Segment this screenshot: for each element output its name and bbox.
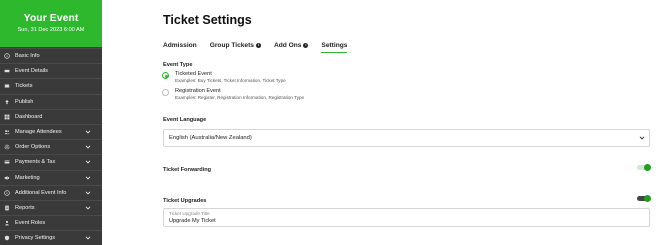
chevron-down-icon[interactable] bbox=[85, 190, 91, 196]
tab-label: Admission bbox=[163, 42, 197, 49]
event-header: Your Event Sun, 31 Dec 2023 6:00 AM bbox=[0, 0, 102, 47]
sidebar-item-privacy-settings[interactable]: Privacy Settings bbox=[0, 230, 102, 245]
sidebar-item-label: Payments & Tax bbox=[15, 159, 56, 166]
tab-group-tickets[interactable]: Group Tickets i bbox=[210, 41, 261, 50]
gear-icon bbox=[4, 144, 10, 150]
sidebar-item-event-details[interactable]: Event Details bbox=[0, 63, 102, 78]
option-title: Registration Event bbox=[175, 88, 221, 94]
tab-add-ons[interactable]: Add Ons i bbox=[273, 41, 309, 50]
sidebar-item-label: Event Details bbox=[15, 68, 48, 75]
chevron-down-icon bbox=[639, 135, 645, 141]
event-language-select[interactable]: English (Australia/New Zealand) bbox=[163, 129, 650, 147]
details-icon bbox=[4, 68, 10, 74]
publish-icon bbox=[4, 99, 10, 105]
sidebar-item-label: Marketing bbox=[15, 174, 40, 181]
radio-ticketed-event[interactable]: Ticketed Event Examples: Buy Tickets, Ti… bbox=[162, 71, 286, 84]
chevron-down-icon[interactable] bbox=[85, 144, 91, 150]
chevron-down-icon[interactable] bbox=[85, 235, 91, 241]
info-icon[interactable]: i bbox=[255, 43, 261, 48]
ticket-icon bbox=[4, 83, 10, 89]
tab-bar: Admission Group Tickets i Add Ons i Sett… bbox=[163, 41, 360, 53]
sidebar-item-label: Manage Attendees bbox=[15, 129, 62, 136]
info-icon bbox=[4, 53, 10, 59]
toggle-knob bbox=[644, 194, 651, 202]
sidebar-item-tickets[interactable]: Tickets bbox=[0, 78, 102, 93]
sidebar-item-label: Tickets bbox=[15, 83, 33, 90]
sidebar-item-label: Publish bbox=[15, 98, 34, 105]
radio-registration-event[interactable]: Registration Event Examples: Register, R… bbox=[162, 88, 304, 101]
sidebar-item-publish[interactable]: Publish bbox=[0, 93, 102, 109]
sidebar-item-additional-event-info[interactable]: Additional Event Info bbox=[0, 184, 102, 200]
tab-label: Settings bbox=[321, 42, 348, 49]
sidebar: Your Event Sun, 31 Dec 2023 6:00 AM Basi… bbox=[0, 0, 102, 245]
ticket-upgrade-title-input[interactable] bbox=[169, 217, 644, 225]
sidebar-item-label: Basic Info bbox=[15, 53, 40, 60]
sidebar-item-label: Event Roles bbox=[15, 220, 46, 227]
chevron-down-icon[interactable] bbox=[85, 129, 91, 135]
ticket-forwarding-toggle[interactable] bbox=[637, 163, 651, 171]
page-title: Ticket Settings bbox=[163, 13, 252, 27]
roles-icon bbox=[4, 220, 10, 226]
sidebar-item-marketing[interactable]: Marketing bbox=[0, 169, 102, 185]
event-title: Your Event bbox=[23, 12, 79, 24]
info-icon[interactable]: i bbox=[303, 43, 309, 48]
ticket-upgrades-label: Ticket Upgrades bbox=[163, 198, 207, 204]
sidebar-item-order-options[interactable]: Order Options bbox=[0, 139, 102, 154]
sidebar-item-label: Additional Event Info bbox=[15, 189, 67, 196]
main-content: Ticket Settings Admission Group Tickets … bbox=[102, 0, 670, 245]
payments-icon bbox=[4, 159, 10, 165]
chevron-down-icon[interactable] bbox=[85, 159, 91, 165]
privacy-icon bbox=[4, 235, 10, 241]
sidebar-nav: Basic Info Event Details Tickets Publish Das… bbox=[0, 48, 102, 245]
option-description: Examples: Buy Tickets, Ticket Informatio… bbox=[175, 78, 286, 83]
option-description: Examples: Register, Registration Informa… bbox=[175, 95, 305, 100]
event-date: Sun, 31 Dec 2023 6:00 AM bbox=[17, 27, 85, 33]
ticket-upgrade-title-field: Ticket Upgrade Title bbox=[163, 208, 650, 227]
tab-label: Group Tickets bbox=[209, 42, 254, 49]
sidebar-item-label: Order Options bbox=[15, 144, 51, 151]
toggle-knob bbox=[644, 163, 651, 171]
attendees-icon bbox=[4, 129, 10, 135]
radio-text: Ticketed Event Examples: Buy Tickets, Ti… bbox=[175, 71, 286, 84]
tab-label: Add Ons bbox=[273, 42, 302, 49]
sidebar-item-payments-tax[interactable]: Payments & Tax bbox=[0, 154, 102, 169]
radio-button[interactable] bbox=[162, 89, 169, 96]
event-language-label: Event Language bbox=[163, 117, 207, 123]
selected-language: English (Australia/New Zealand) bbox=[169, 135, 252, 141]
radio-text: Registration Event Examples: Register, R… bbox=[175, 88, 304, 101]
tab-admission[interactable]: Admission bbox=[163, 41, 197, 50]
chevron-down-icon[interactable] bbox=[85, 205, 91, 211]
option-title: Ticketed Event bbox=[175, 71, 212, 77]
ticket-forwarding-label: Ticket Forwarding bbox=[163, 167, 212, 173]
chevron-down-icon[interactable] bbox=[85, 175, 91, 181]
event-type-label: Event Type bbox=[163, 62, 193, 68]
tab-settings[interactable]: Settings bbox=[321, 41, 348, 53]
sidebar-item-dashboard[interactable]: Dashboard bbox=[0, 108, 102, 124]
sidebar-item-reports[interactable]: Reports bbox=[0, 199, 102, 215]
sidebar-item-basic-info[interactable]: Basic Info bbox=[0, 48, 102, 63]
info-icon bbox=[4, 190, 10, 196]
sidebar-item-label: Dashboard bbox=[15, 113, 43, 120]
sidebar-item-event-roles[interactable]: Event Roles bbox=[0, 215, 102, 230]
sidebar-item-manage-attendees[interactable]: Manage Attendees bbox=[0, 123, 102, 139]
radio-button[interactable] bbox=[162, 72, 169, 79]
reports-icon bbox=[4, 205, 10, 211]
ticket-upgrades-toggle[interactable] bbox=[637, 194, 651, 202]
sidebar-item-label: Reports bbox=[15, 204, 35, 211]
sidebar-item-label: Privacy Settings bbox=[15, 235, 56, 242]
marketing-icon bbox=[4, 175, 10, 181]
dashboard-icon bbox=[4, 114, 10, 120]
